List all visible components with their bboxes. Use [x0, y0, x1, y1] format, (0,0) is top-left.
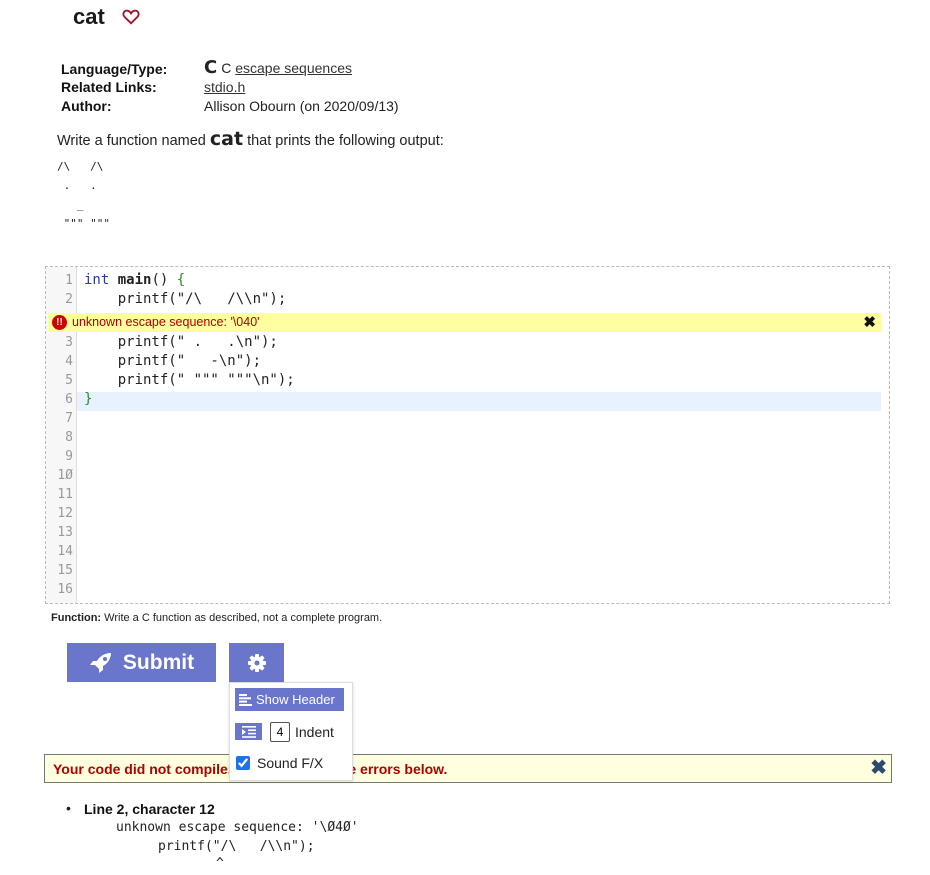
gear-icon: [247, 653, 266, 672]
line-number: 2: [65, 292, 73, 307]
settings-menu: Show Header Indent Sound F/X: [229, 682, 353, 781]
inline-error-message: unknown escape sequence: '\040': [72, 315, 260, 329]
line-number: 11: [57, 487, 73, 502]
problem-description: Write a function named cat that prints t…: [57, 128, 444, 150]
align-left-icon: [239, 693, 252, 706]
line-number: 8: [65, 430, 73, 445]
heart-outline-icon[interactable]: [122, 8, 140, 26]
active-line-highlight: [77, 392, 881, 411]
stdio-link[interactable]: stdio.h: [204, 79, 245, 95]
line-number: 16: [57, 582, 73, 597]
close-icon[interactable]: ✖: [870, 755, 887, 780]
settings-button[interactable]: [229, 643, 284, 682]
line-number: 1Ø: [57, 468, 73, 483]
error-caret: ^: [216, 856, 224, 871]
line-number: 6: [65, 392, 73, 407]
submit-button[interactable]: Submit: [67, 643, 216, 682]
sound-fx-label: Sound F/X: [257, 755, 324, 771]
indent-size-input[interactable]: [270, 722, 290, 742]
line-number: 1: [65, 273, 73, 288]
line-number: 15: [57, 563, 73, 578]
function-note: Function: Write a C function as describe…: [51, 612, 383, 624]
compile-error-bar: Your code did not compile. Please correc…: [44, 754, 892, 783]
show-header-button[interactable]: Show Header: [235, 688, 344, 711]
escape-sequences-link[interactable]: escape sequences: [235, 60, 352, 76]
code-line[interactable]: }: [84, 391, 92, 407]
line-number: 7: [65, 411, 73, 426]
c-language-icon: C: [204, 57, 218, 78]
function-name: cat: [209, 128, 244, 150]
error-location: Line 2, character 12: [84, 801, 215, 817]
language-name: C: [221, 60, 232, 76]
related-links-label: Related Links:: [61, 79, 157, 95]
code-editor[interactable]: 1 2 3 4 5 6 7 8 9 1Ø 11 12 13 14 15 16 i…: [45, 266, 890, 604]
code-line[interactable]: int main() {: [84, 272, 185, 288]
language-value: CC escape sequences: [204, 57, 352, 78]
expected-output: /\ /\ . . _ """ """: [57, 160, 110, 230]
error-icon: !!: [52, 315, 67, 330]
error-source-line: printf("/\ /\\n");: [158, 839, 315, 854]
bullet: •: [66, 800, 71, 816]
line-number: 5: [65, 373, 73, 388]
code-line[interactable]: printf("/\ /\\n");: [84, 291, 287, 307]
code-line[interactable]: printf(" . .\n");: [84, 334, 278, 350]
language-label: Language/Type:: [61, 61, 168, 77]
line-number: 13: [57, 525, 73, 540]
line-number: 14: [57, 544, 73, 559]
line-number: 9: [65, 449, 73, 464]
indent-icon[interactable]: [235, 723, 262, 740]
line-number: 4: [65, 354, 73, 369]
code-line[interactable]: printf(" """ """\n");: [84, 372, 295, 388]
inline-error-widget: !! unknown escape sequence: '\040' ✖: [48, 313, 882, 332]
error-message: unknown escape sequence: '\Ø4Ø': [116, 820, 359, 835]
indent-label: Indent: [295, 724, 334, 740]
code-line[interactable]: printf(" -\n");: [84, 353, 261, 369]
indent-glyph-icon: [241, 725, 256, 738]
line-number: 12: [57, 506, 73, 521]
author-label: Author:: [61, 98, 112, 114]
author-value: Allison Obourn (on 2020/09/13): [204, 98, 399, 114]
submit-label: Submit: [122, 650, 195, 674]
sound-fx-checkbox[interactable]: [236, 756, 250, 770]
problem-title: cat: [73, 4, 105, 29]
rocket-icon: [89, 652, 111, 673]
line-number: 3: [65, 335, 73, 350]
close-icon[interactable]: ✖: [863, 313, 876, 331]
